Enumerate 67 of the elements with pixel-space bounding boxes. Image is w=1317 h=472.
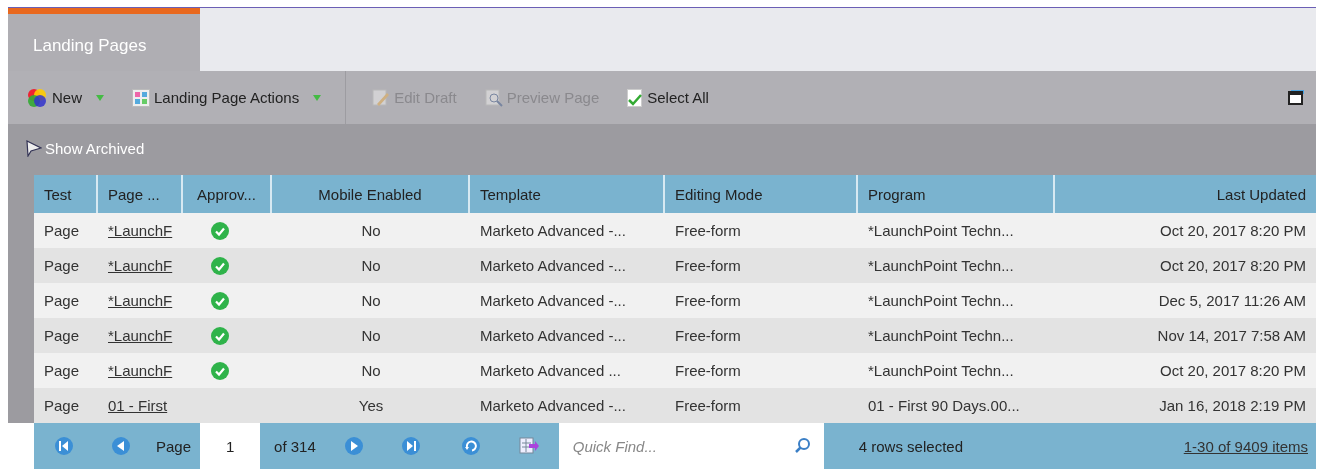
table-cell-text: Free-form bbox=[674, 361, 742, 381]
table-cell-text: Page bbox=[43, 361, 81, 381]
page-number-field[interactable]: 1 bbox=[200, 423, 261, 469]
table-cell-text: Oct 20, 2017 8:20 PM bbox=[1159, 361, 1307, 381]
table-cell-text: Page bbox=[43, 291, 81, 311]
last-page-icon[interactable] bbox=[400, 436, 421, 456]
checked-page-icon bbox=[627, 88, 644, 107]
table-cell-text: Nov 14, 2017 7:58 AM bbox=[1156, 326, 1307, 346]
caret-icon bbox=[96, 94, 104, 101]
table-cell-text: Yes bbox=[357, 396, 385, 416]
table-cell-text: Page bbox=[43, 256, 81, 276]
page-name-link[interactable]: *LaunchF bbox=[108, 222, 173, 239]
export-icon[interactable] bbox=[518, 436, 539, 456]
table-cell-text: Marketo Advanced ... bbox=[479, 361, 622, 381]
page-name-link[interactable]: *LaunchF bbox=[108, 292, 173, 309]
pencil-page-icon bbox=[372, 88, 391, 107]
color-wheel-icon bbox=[26, 86, 48, 109]
table-cell-text: No bbox=[360, 326, 382, 346]
table-cell-text: Jan 16, 2018 2:19 PM bbox=[1158, 396, 1307, 416]
table-cell-text: *LaunchPoint Techn... bbox=[867, 256, 1015, 276]
table-cell-text: Page bbox=[43, 221, 81, 241]
table-cell-text: Free-form bbox=[674, 396, 742, 416]
page-name-link[interactable]: *LaunchF bbox=[108, 257, 173, 274]
table-cell-text: Free-form bbox=[674, 326, 742, 346]
table-cell-text: 01 - First 90 Days.00... bbox=[867, 396, 1021, 416]
table-cell-text: Dec 5, 2017 11:26 AM bbox=[1157, 291, 1307, 311]
toolbar-button[interactable]: Landing Page Actions bbox=[124, 79, 330, 116]
next-page-icon[interactable] bbox=[343, 436, 364, 456]
table-cell-text: Free-form bbox=[674, 256, 742, 276]
page-name-link[interactable]: *LaunchF bbox=[108, 362, 173, 379]
table-cell-text: Oct 20, 2017 8:20 PM bbox=[1159, 256, 1307, 276]
table-cell-text: Oct 20, 2017 8:20 PM bbox=[1159, 221, 1307, 241]
table-cell-text: *LaunchPoint Techn... bbox=[867, 361, 1015, 381]
table-cell-text: *LaunchPoint Techn... bbox=[867, 291, 1015, 311]
table-cell-text: No bbox=[360, 291, 382, 311]
table-cell-text: Marketo Advanced -... bbox=[479, 221, 627, 241]
refresh-icon[interactable] bbox=[460, 436, 481, 456]
window-icon[interactable] bbox=[1288, 89, 1304, 106]
selection-count: 4 rows selected bbox=[858, 437, 963, 455]
column-header[interactable]: Last Updated bbox=[1055, 175, 1316, 213]
quick-find-field[interactable]: Quick Find... bbox=[558, 423, 824, 469]
toolbar-button[interactable]: Select All bbox=[619, 79, 717, 116]
item-range-link[interactable]: 1-30 of 9409 items bbox=[1183, 437, 1308, 455]
caret-icon bbox=[313, 94, 322, 101]
table-cell-text: *LaunchPoint Techn... bbox=[867, 221, 1015, 241]
table-cell-text: Marketo Advanced -... bbox=[479, 396, 627, 416]
table-cell-text: No bbox=[360, 256, 382, 276]
page-name-link[interactable]: 01 - First bbox=[108, 397, 168, 414]
table-cell-text: Page bbox=[43, 396, 81, 416]
page-count: of 314 bbox=[274, 437, 316, 455]
previous-page-icon[interactable] bbox=[111, 436, 131, 456]
table-cell-text: *LaunchPoint Techn... bbox=[867, 326, 1015, 346]
first-page-icon[interactable] bbox=[54, 436, 74, 456]
search-icon[interactable] bbox=[793, 437, 812, 455]
table-cell-text: Free-form bbox=[674, 221, 742, 241]
magnifier-page-icon bbox=[484, 88, 503, 107]
table-cell-text: Marketo Advanced -... bbox=[479, 291, 627, 311]
table-cell-text: Page bbox=[43, 326, 81, 346]
page-name-link[interactable]: *LaunchF bbox=[108, 327, 173, 344]
table-cell-text: Marketo Advanced -... bbox=[479, 326, 627, 346]
page-label: Page bbox=[156, 437, 192, 455]
toolbar-button[interactable]: New bbox=[18, 79, 112, 116]
grid-icon bbox=[132, 88, 150, 107]
table-cell-text: No bbox=[360, 221, 382, 241]
table-cell-text: Marketo Advanced -... bbox=[479, 256, 627, 276]
table-cell-text: Free-form bbox=[674, 291, 742, 311]
table-cell-text: No bbox=[360, 361, 382, 381]
